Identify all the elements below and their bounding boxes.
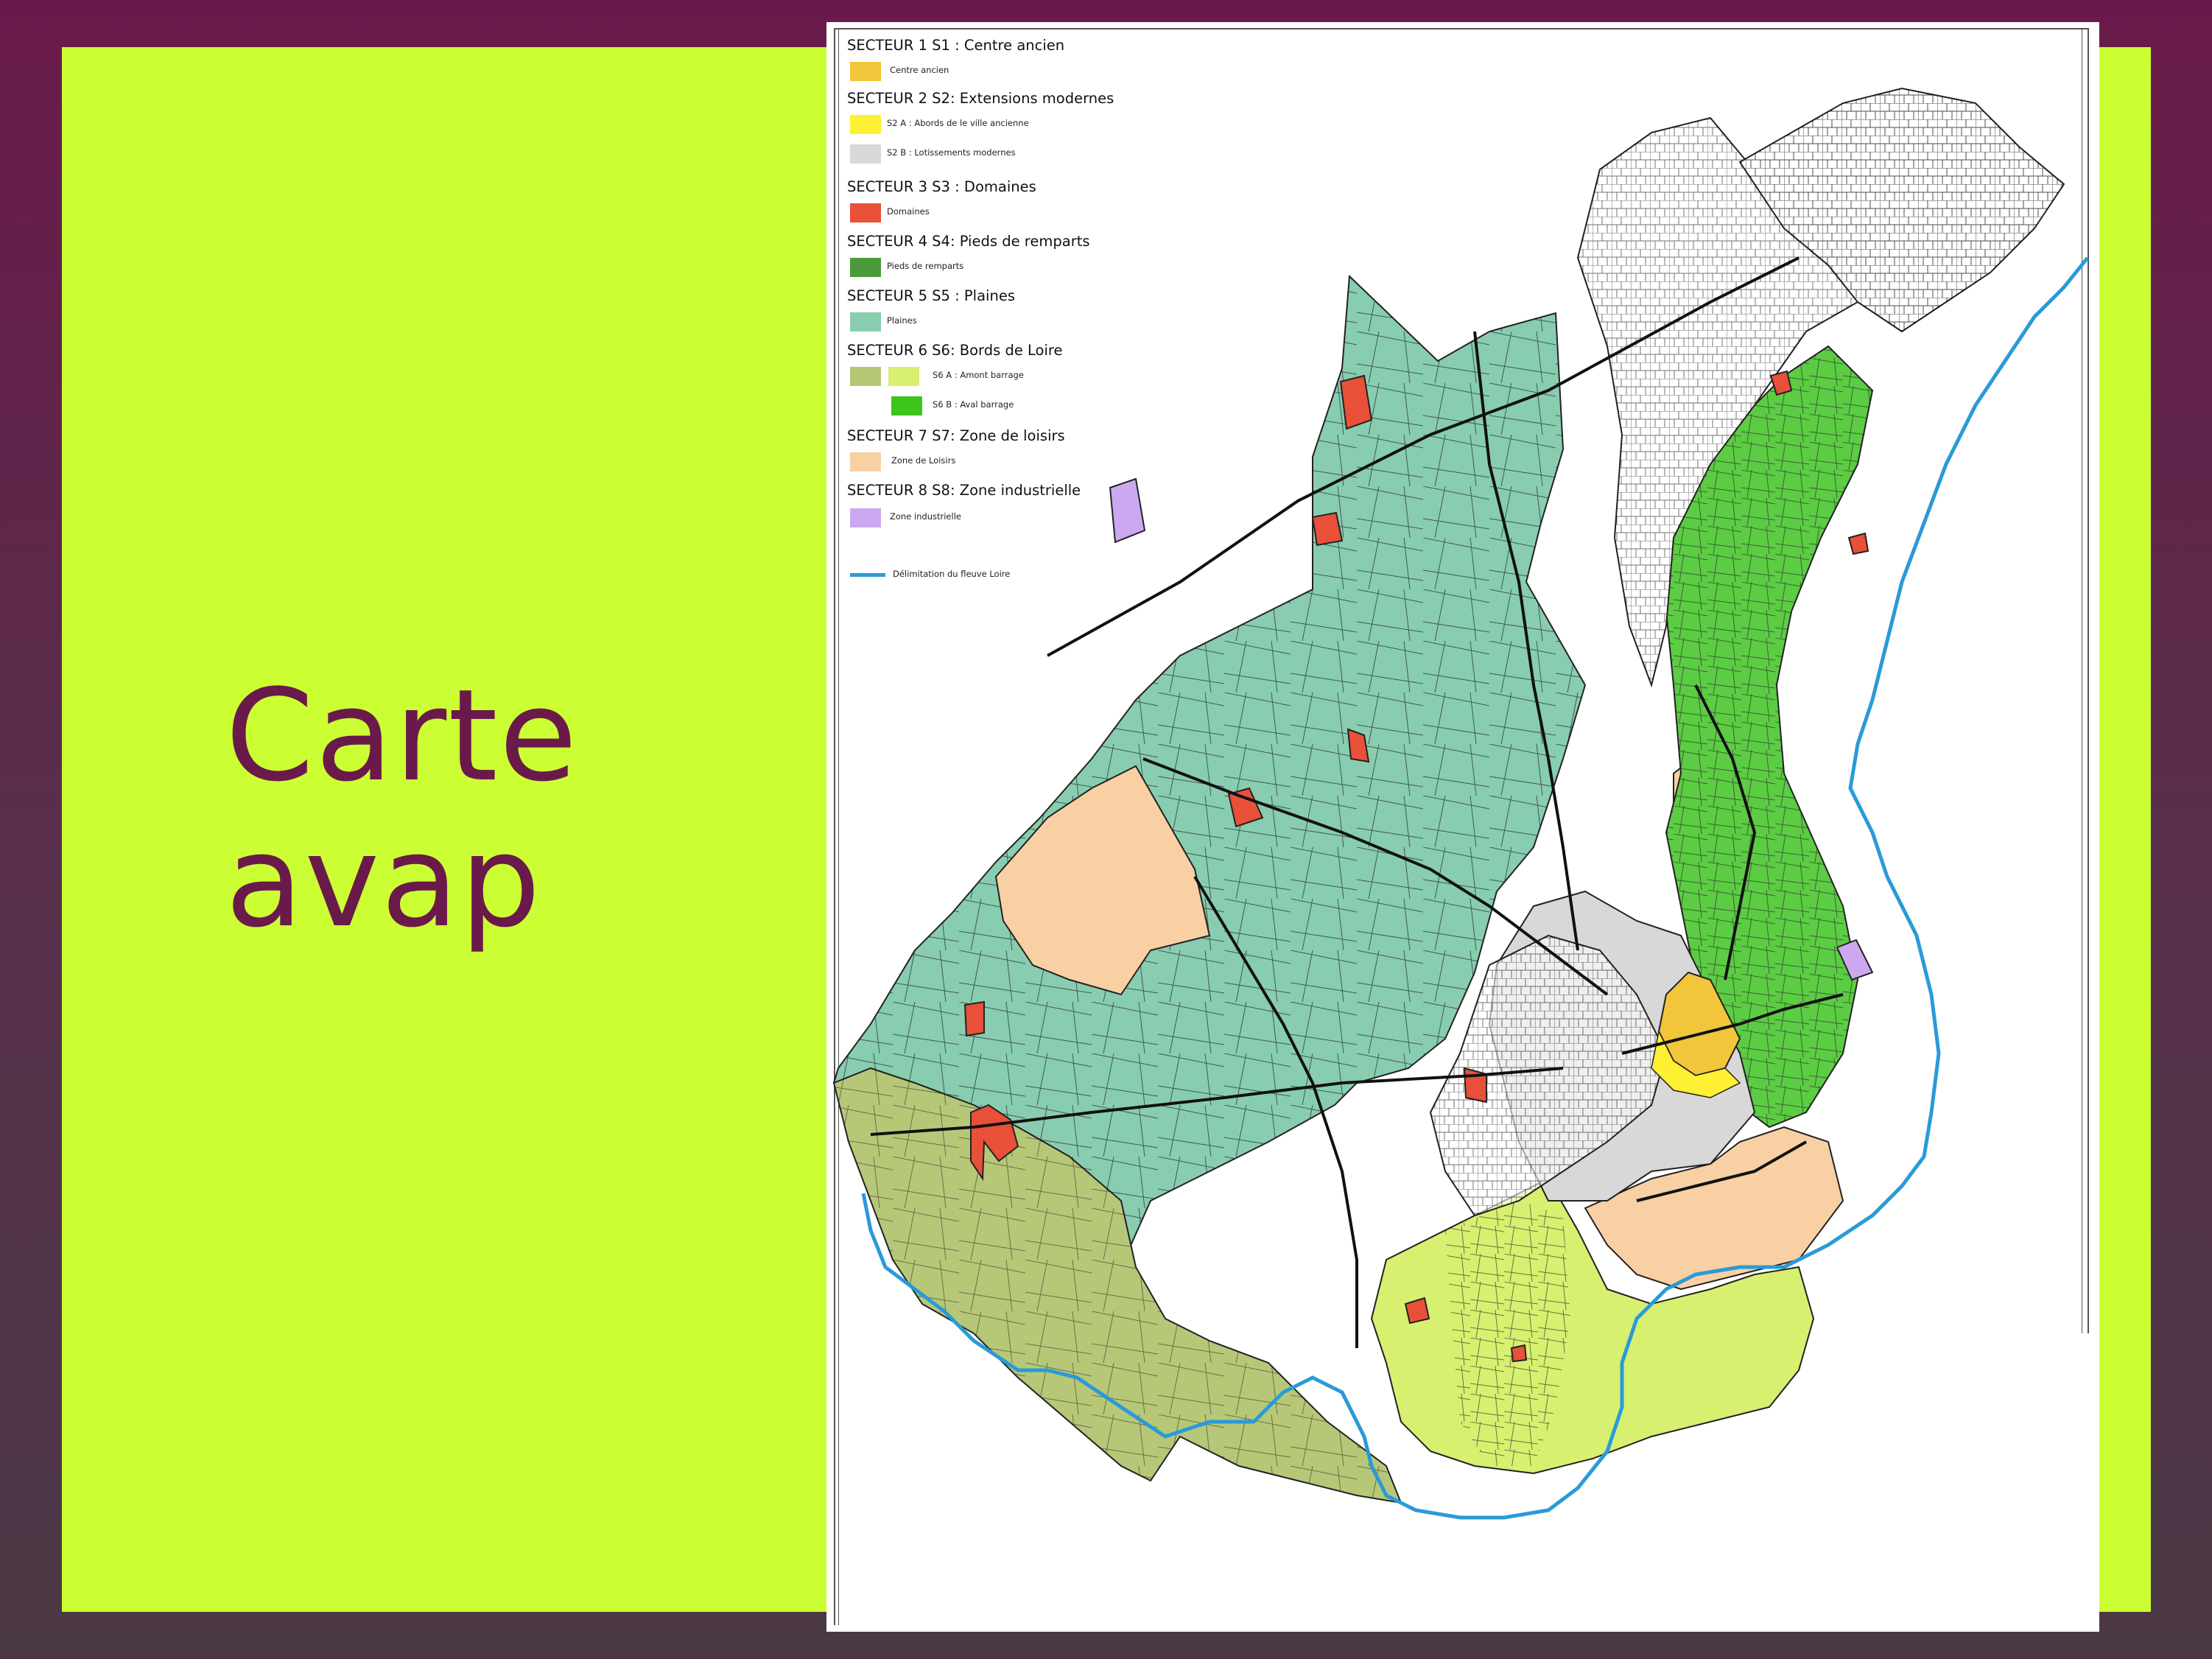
domaine-2 [1311, 511, 1344, 547]
legend-swatch-amont-barrage-2 [888, 367, 919, 386]
legend-item-lotissements: S2 B : Lotissements modernes [887, 147, 1016, 158]
legend-item-industrielle: Zone industrielle [890, 511, 961, 522]
legend-swatch-lotissements [850, 144, 881, 164]
domaine-7 [1463, 1067, 1487, 1104]
domaine-9 [1847, 532, 1869, 555]
legend-item-loisirs: Zone de Loisirs [891, 455, 956, 466]
legend-swatch-abords [850, 115, 881, 134]
legend-heading-s2: SECTEUR 2 S2: Extensions modernes [847, 90, 1114, 107]
slide-title: Carte avap [225, 663, 578, 955]
legend-heading-s4: SECTEUR 4 S4: Pieds de remparts [847, 233, 1090, 250]
legend-swatch-pieds-remparts [850, 258, 881, 277]
legend-heading-s6: SECTEUR 6 S6: Bords de Loire [847, 342, 1063, 359]
domaine-11 [1510, 1344, 1528, 1363]
zone-industrielle-north [1109, 477, 1146, 544]
legend-item-amont-barrage: S6 A : Amont barrage [933, 370, 1024, 380]
legend-heading-s7: SECTEUR 7 S7: Zone de loisirs [847, 427, 1065, 444]
avap-map-sheet: SECTEUR 1 S1 : Centre ancien Centre anci… [826, 22, 2099, 1632]
legend-swatch-amont-barrage-1 [850, 367, 881, 386]
legend-swatch-loisirs [850, 452, 881, 471]
legend-heading-s5: SECTEUR 5 S5 : Plaines [847, 287, 1015, 304]
legend-swatch-industrielle [850, 508, 881, 527]
legend-item-domaines: Domaines [887, 206, 930, 217]
legend-heading-s3: SECTEUR 3 S3 : Domaines [847, 178, 1036, 195]
legend-swatch-domaines [850, 203, 881, 222]
legend-item-pieds-remparts: Pieds de remparts [887, 261, 964, 271]
legend-item-plaines: Plaines [887, 315, 917, 326]
legend-heading-s1: SECTEUR 1 S1 : Centre ancien [847, 37, 1065, 54]
legend-item-river: Délimitation du fleuve Loire [893, 569, 1011, 579]
legend-swatch-plaines [850, 312, 881, 332]
slide-title-line1: Carte [225, 662, 579, 810]
legend-swatch-centre-ancien [850, 62, 881, 81]
slide-title-line2: avap [225, 807, 542, 955]
domaine-5 [963, 1000, 985, 1037]
legend-item-centre-ancien: Centre ancien [890, 65, 949, 75]
legend-item-aval-barrage: S6 B : Aval barrage [933, 399, 1014, 410]
avap-sector-map [832, 87, 2089, 1520]
legend-swatch-aval-barrage [891, 396, 922, 415]
legend-swatch-river [850, 573, 885, 577]
legend-item-abords: S2 A : Abords de le ville ancienne [887, 118, 1029, 128]
legend-heading-s8: SECTEUR 8 S8: Zone industrielle [847, 482, 1081, 499]
